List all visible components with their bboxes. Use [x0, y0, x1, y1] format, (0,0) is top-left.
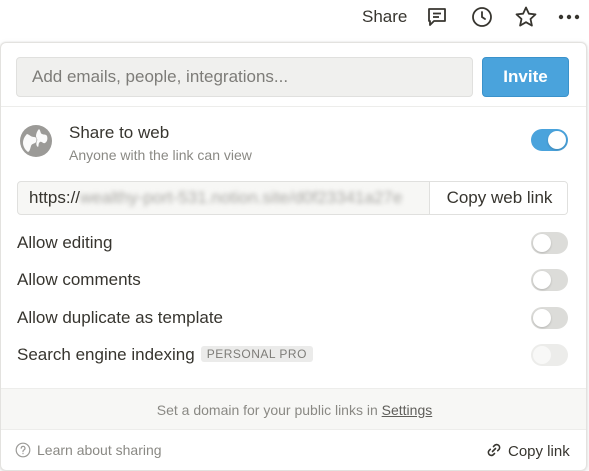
- toggle-knob: [533, 346, 551, 364]
- toggle-knob: [533, 234, 551, 252]
- learn-about-sharing-link[interactable]: Learn about sharing: [15, 442, 162, 458]
- more-icon[interactable]: [557, 5, 581, 29]
- domain-hint-text: Set a domain for your public links in: [156, 402, 378, 418]
- share-button[interactable]: Share: [362, 7, 407, 27]
- star-icon[interactable]: [514, 5, 538, 29]
- option-row-allow-editing: Allow editing: [1, 228, 586, 258]
- copy-link-button[interactable]: Copy link: [485, 441, 570, 460]
- allow-duplicate-toggle[interactable]: [531, 307, 568, 329]
- clock-icon[interactable]: [470, 5, 494, 29]
- option-label: Allow editing: [17, 233, 113, 252]
- allow-editing-toggle[interactable]: [531, 232, 568, 254]
- option-row-search-indexing: Search engine indexing PERSONAL PRO: [1, 340, 586, 370]
- plan-badge: PERSONAL PRO: [200, 346, 313, 362]
- web-link-prefix: https://: [29, 188, 81, 207]
- copy-link-label: Copy link: [508, 443, 570, 460]
- top-bar: Share: [0, 0, 589, 38]
- toggle-knob: [548, 131, 566, 149]
- web-link-row: https://wealthy-port-531.notion.site/d0f…: [17, 181, 568, 215]
- settings-link[interactable]: Settings: [382, 402, 433, 418]
- share-to-web-title: Share to web: [69, 123, 170, 142]
- share-to-web-row: Share to web Anyone with the link can vi…: [1, 119, 586, 169]
- web-link-blurred: wealthy-port-531.notion.site/d0f23341a27…: [80, 188, 403, 207]
- option-label: Allow comments: [17, 270, 141, 289]
- share-to-web-toggle[interactable]: [531, 129, 568, 151]
- comment-icon[interactable]: [425, 5, 449, 29]
- toggle-knob: [533, 309, 551, 327]
- option-row-allow-comments: Allow comments: [1, 265, 586, 295]
- web-link-url[interactable]: https://wealthy-port-531.notion.site/d0f…: [18, 182, 429, 214]
- learn-about-sharing-label: Learn about sharing: [37, 442, 162, 458]
- share-to-web-subtitle: Anyone with the link can view: [69, 147, 252, 163]
- invite-row: Invite: [1, 43, 586, 107]
- invite-button[interactable]: Invite: [482, 57, 569, 97]
- option-label: Allow duplicate as template: [17, 308, 224, 327]
- search-indexing-label: Search engine indexing: [17, 345, 195, 364]
- invite-input[interactable]: [16, 57, 473, 97]
- globe-icon: [19, 124, 53, 158]
- toggle-knob: [533, 271, 551, 289]
- copy-web-link-button[interactable]: Copy web link: [429, 182, 567, 214]
- domain-hint: Set a domain for your public links in Se…: [1, 388, 586, 430]
- search-indexing-toggle: [531, 344, 568, 366]
- option-label: Search engine indexing PERSONAL PRO: [17, 345, 313, 365]
- link-icon: [485, 441, 503, 459]
- panel-footer: Learn about sharing Copy link: [1, 431, 586, 470]
- option-row-allow-duplicate: Allow duplicate as template: [1, 303, 586, 333]
- allow-comments-toggle[interactable]: [531, 269, 568, 291]
- share-panel: Invite Share to web Anyone with the link…: [0, 42, 587, 471]
- help-icon: [15, 442, 31, 458]
